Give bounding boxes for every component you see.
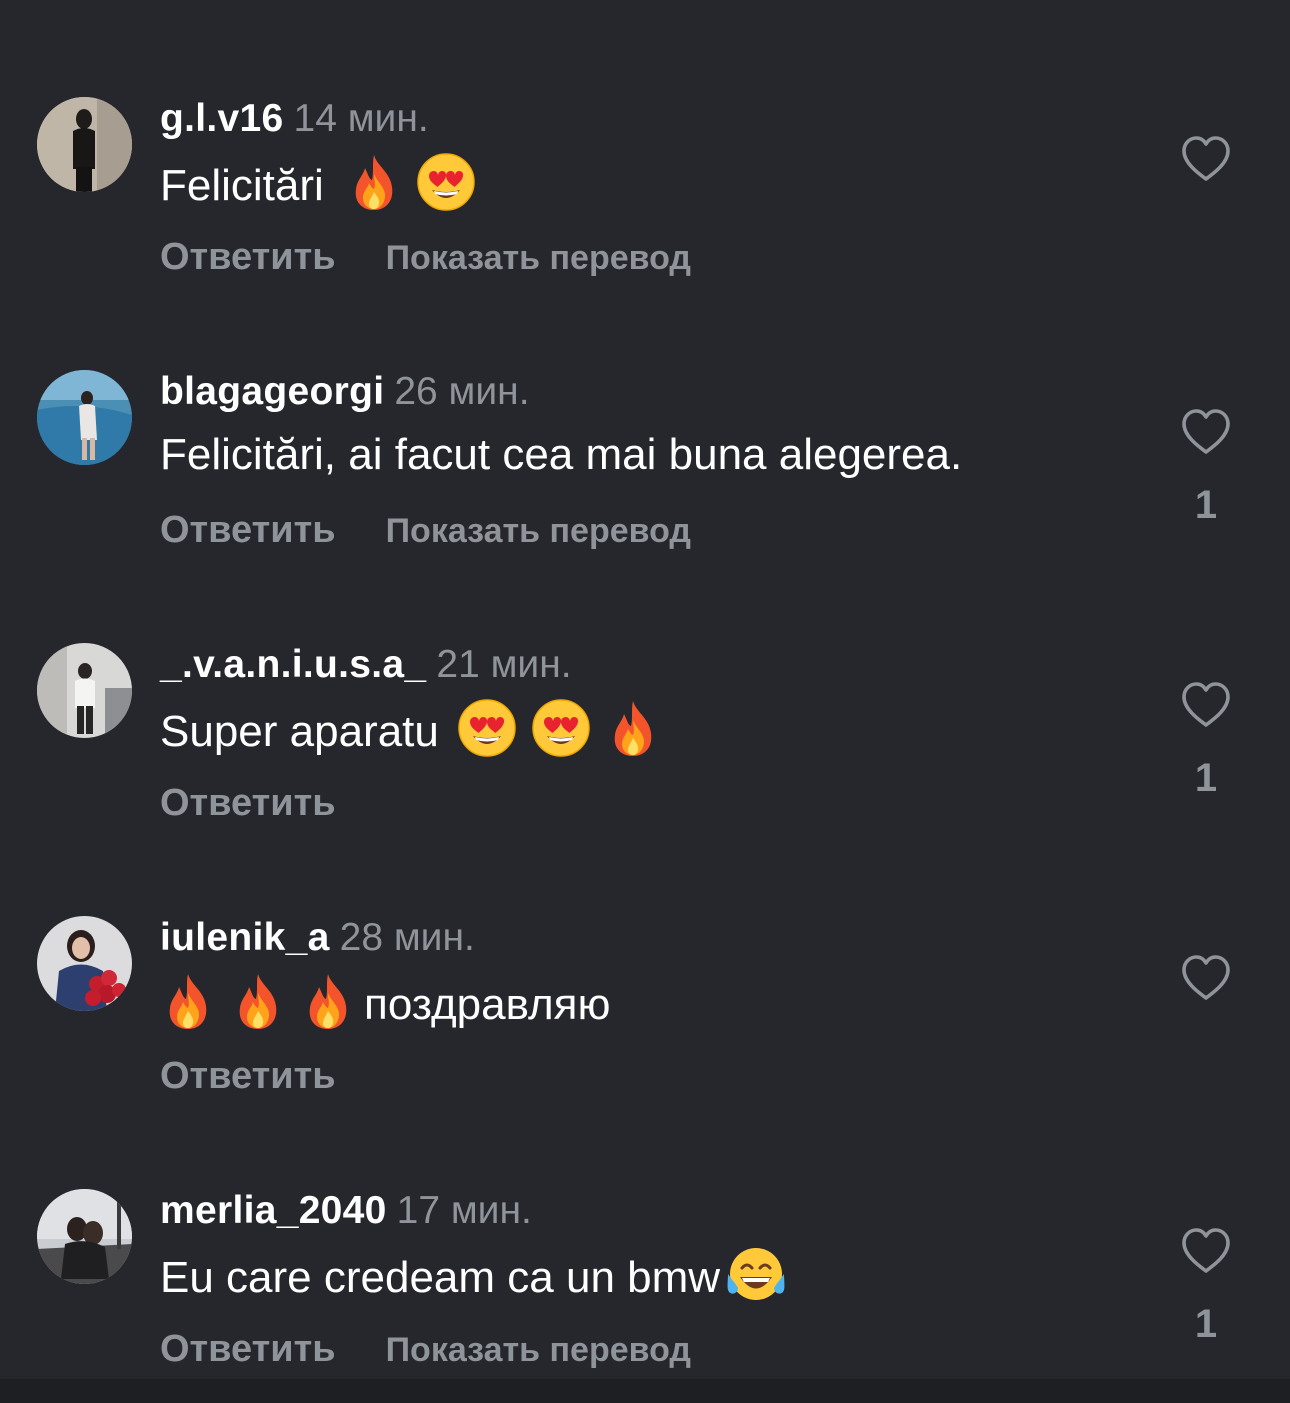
comment-text: Eu care credeam ca un bmw bbox=[160, 1244, 788, 1304]
username[interactable]: merlia_2040 bbox=[160, 1189, 387, 1232]
show-translation-button[interactable]: Показать перевод bbox=[386, 512, 691, 550]
comment-header: _.v.a.n.i.u.s.a_ 21 мин. bbox=[160, 640, 572, 690]
fire-emoji bbox=[300, 971, 356, 1031]
avatar-image bbox=[37, 370, 132, 465]
comment-time: 21 мин. bbox=[436, 643, 572, 686]
show-translation-button[interactable]: Показать перевод bbox=[386, 239, 691, 277]
fire-emoji bbox=[230, 971, 286, 1031]
comment-text: поздравляю bbox=[160, 971, 611, 1031]
comment-body: Eu care credeam ca un bmw bbox=[160, 1253, 721, 1302]
comment-body: Super aparatu bbox=[160, 707, 439, 756]
avatar[interactable] bbox=[37, 1189, 132, 1284]
reply-button[interactable]: Ответить bbox=[160, 782, 336, 824]
avatar[interactable] bbox=[37, 916, 132, 1011]
comment-header: merlia_2040 17 мин. bbox=[160, 1186, 532, 1236]
username[interactable]: g.l.v16 bbox=[160, 97, 284, 140]
reply-button[interactable]: Ответить bbox=[160, 1055, 336, 1097]
comment-item: blagageorgi 26 мин. Felicitări, ai facut … bbox=[0, 273, 1290, 551]
username[interactable]: _.v.a.n.i.u.s.a_ bbox=[160, 643, 426, 686]
like-count: 1 bbox=[1194, 756, 1218, 800]
avatar[interactable] bbox=[37, 370, 132, 465]
reply-button[interactable]: Ответить bbox=[160, 509, 336, 551]
reply-button[interactable]: Ответить bbox=[160, 1328, 336, 1370]
tears-of-joy-emoji bbox=[724, 1244, 788, 1304]
comment-text: Felicitări, ai facut cea mai buna aleger… bbox=[160, 425, 962, 485]
like-count: 1 bbox=[1194, 483, 1218, 527]
fire-emoji bbox=[346, 152, 402, 212]
comment-text: Felicitări bbox=[160, 152, 476, 212]
heart-eyes-emoji bbox=[457, 698, 517, 758]
comment-actions: Ответить Показать перевод bbox=[160, 1324, 691, 1374]
avatar-image bbox=[37, 916, 132, 1011]
heart-eyes-emoji bbox=[531, 698, 591, 758]
comment-item: g.l.v16 14 мин. Felicitări Ответить Показа… bbox=[0, 0, 1290, 278]
fire-emoji bbox=[605, 698, 661, 758]
comment-item: iulenik_a 28 мин. поздравляю Ответить bbox=[0, 819, 1290, 1097]
avatar-image bbox=[37, 1189, 132, 1284]
reply-button[interactable]: Ответить bbox=[160, 236, 336, 278]
avatar[interactable] bbox=[37, 643, 132, 738]
like-count: 1 bbox=[1194, 1302, 1218, 1346]
comment-time: 14 мин. bbox=[293, 97, 429, 140]
username[interactable]: blagageorgi bbox=[160, 370, 384, 413]
username[interactable]: iulenik_a bbox=[160, 916, 330, 959]
avatar[interactable] bbox=[37, 97, 132, 192]
heart-icon[interactable] bbox=[1180, 1227, 1232, 1275]
avatar-image bbox=[37, 643, 132, 738]
comment-time: 28 мин. bbox=[339, 916, 475, 959]
avatar-image bbox=[37, 97, 132, 192]
heart-icon[interactable] bbox=[1180, 135, 1232, 183]
heart-icon[interactable] bbox=[1180, 408, 1232, 456]
show-translation-button[interactable]: Показать перевод bbox=[386, 1331, 691, 1369]
comment-time: 17 мин. bbox=[396, 1189, 532, 1232]
comment-item: merlia_2040 17 мин. Eu care credeam ca un… bbox=[0, 1092, 1290, 1370]
comment-body: Felicitări bbox=[160, 161, 324, 210]
comment-header: g.l.v16 14 мин. bbox=[160, 94, 429, 144]
heart-eyes-emoji bbox=[416, 152, 476, 212]
comment-body: Felicitări, ai facut cea mai buna aleger… bbox=[160, 430, 963, 479]
heart-icon[interactable] bbox=[1180, 681, 1232, 729]
comment-time: 26 мин. bbox=[394, 370, 530, 413]
comment-text: Super aparatu bbox=[160, 698, 661, 758]
comment-body: поздравляю bbox=[364, 980, 611, 1029]
comment-item: _.v.a.n.i.u.s.a_ 21 мин. Super aparatu От… bbox=[0, 546, 1290, 824]
comment-header: iulenik_a 28 мин. bbox=[160, 913, 475, 963]
fire-emoji bbox=[160, 971, 216, 1031]
heart-icon[interactable] bbox=[1180, 954, 1232, 1002]
comment-header: blagageorgi 26 мин. bbox=[160, 367, 530, 417]
bottom-bar bbox=[0, 1379, 1290, 1403]
